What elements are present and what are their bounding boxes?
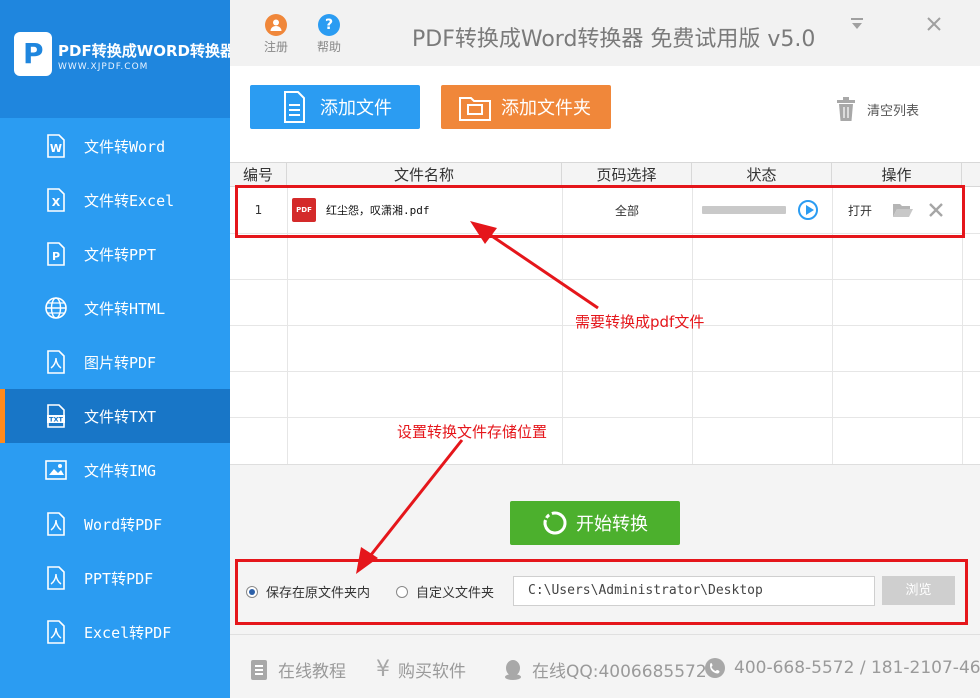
annotation-note-location: 设置转换文件存储位置: [397, 423, 548, 441]
sidebar-item-img2pdf[interactable]: 图片转PDF: [0, 335, 230, 389]
svg-text:P: P: [52, 250, 60, 263]
logo-area: P PDF转换成WORD转换器 WWW.XJPDF.COM: [0, 0, 235, 118]
sidebar-item-label: 文件转IMG: [84, 461, 157, 480]
buy-software-link[interactable]: ¥ 购买软件: [376, 657, 466, 682]
excel-doc-icon: X: [47, 188, 65, 212]
pdf-doc-icon: [47, 512, 65, 536]
sidebar-item-label: 文件转PPT: [84, 245, 157, 264]
user-icon: [265, 14, 287, 36]
pdf-doc-icon: [47, 566, 65, 590]
help-button[interactable]: ? 帮助: [311, 14, 347, 55]
footer: 在线教程 ¥ 购买软件 在线QQ:4006685572 400-668-5572…: [230, 634, 980, 698]
sidebar-item-ppt2pdf[interactable]: PPT转PDF: [0, 551, 230, 605]
table-header: 编号 文件名称 页码选择 状态 操作: [230, 163, 980, 187]
qq-icon: [505, 659, 521, 680]
sidebar-item-label: 图片转PDF: [84, 353, 157, 372]
sidebar: P PDF转换成WORD转换器 WWW.XJPDF.COM W 文件转Word …: [0, 0, 235, 698]
sidebar-item-excel[interactable]: X 文件转Excel: [0, 173, 230, 227]
window-title: PDF转换成Word转换器 免费试用版 v5.0: [412, 27, 816, 52]
column-header-filename: 文件名称: [287, 163, 562, 187]
logo-title: PDF转换成WORD转换器: [58, 42, 235, 60]
globe-icon: [45, 297, 67, 319]
question-icon: ?: [318, 14, 340, 36]
txt-doc-icon: TXT: [47, 404, 65, 428]
ppt-doc-icon: P: [47, 242, 65, 266]
svg-text:X: X: [52, 196, 61, 209]
trash-icon: [837, 97, 855, 121]
phone-label: 400-668-5572 / 181-2107-4602: [734, 658, 980, 678]
pdf-doc-icon: [47, 620, 65, 644]
online-qq-link[interactable]: 在线QQ:4006685572: [502, 657, 707, 682]
document-icon: [251, 659, 267, 680]
add-file-label: 添加文件: [320, 98, 392, 119]
sidebar-item-label: 文件转Word: [84, 137, 166, 156]
sidebar-nav: W 文件转Word X 文件转Excel P 文件转PPT 文件转HTML 图片…: [0, 119, 230, 659]
close-icon: [927, 17, 941, 31]
help-label: 帮助: [316, 40, 341, 54]
annotation-note-pdf: 需要转换成pdf文件: [575, 313, 705, 331]
sidebar-item-ppt[interactable]: P 文件转PPT: [0, 227, 230, 281]
start-convert-button[interactable]: 开始转换: [510, 501, 680, 545]
phone-icon: [705, 658, 725, 678]
start-convert-label: 开始转换: [576, 514, 648, 535]
sidebar-item-label: Excel转PDF: [84, 623, 172, 642]
online-tutorial-link[interactable]: 在线教程: [248, 657, 346, 682]
yen-icon: ¥: [376, 657, 390, 682]
title-bar: 注册 ? 帮助 PDF转换成Word转换器 免费试用版 v5.0: [230, 0, 980, 66]
minimize-icon: [851, 18, 863, 29]
word-doc-icon: W: [47, 134, 65, 158]
online-qq-label: 在线QQ:4006685572: [532, 662, 707, 682]
sidebar-item-excel2pdf[interactable]: Excel转PDF: [0, 605, 230, 659]
column-header-actions: 操作: [832, 163, 962, 187]
refresh-icon: [543, 511, 567, 535]
sidebar-item-txt[interactable]: TXT 文件转TXT: [0, 389, 230, 443]
column-header-index: 编号: [230, 163, 287, 187]
buy-software-label: 购买软件: [398, 662, 466, 682]
pdf-doc-icon: [47, 350, 65, 374]
svg-text:TXT: TXT: [49, 416, 63, 424]
register-button[interactable]: 注册: [258, 14, 294, 55]
sidebar-item-html[interactable]: 文件转HTML: [0, 281, 230, 335]
clear-list-button[interactable]: 清空列表: [835, 97, 919, 121]
sidebar-item-word[interactable]: W 文件转Word: [0, 119, 230, 173]
add-file-icon: [284, 91, 305, 123]
online-tutorial-label: 在线教程: [278, 662, 346, 682]
sidebar-item-word2pdf[interactable]: Word转PDF: [0, 497, 230, 551]
clear-list-label: 清空列表: [867, 103, 920, 119]
sidebar-item-label: PPT转PDF: [84, 569, 154, 588]
annotation-box-output-settings: [235, 559, 968, 625]
sidebar-item-img[interactable]: 文件转IMG: [0, 443, 230, 497]
close-window-button[interactable]: [924, 16, 944, 36]
sidebar-item-label: 文件转TXT: [84, 407, 157, 426]
sidebar-item-label: Word转PDF: [84, 515, 163, 534]
register-label: 注册: [263, 40, 288, 54]
phone-info: 400-668-5572 / 181-2107-4602: [704, 657, 980, 679]
image-doc-icon: [45, 460, 67, 480]
app-logo-icon: P: [14, 32, 52, 76]
add-folder-button[interactable]: 添加文件夹: [441, 85, 611, 129]
annotation-box-file-row: [235, 185, 965, 238]
add-folder-label: 添加文件夹: [501, 98, 591, 119]
sidebar-item-label: 文件转Excel: [84, 191, 175, 210]
toolbar: 添加文件 添加文件夹 清空列表: [230, 66, 980, 162]
column-header-pages: 页码选择: [562, 163, 692, 187]
column-header-status: 状态: [692, 163, 832, 187]
sidebar-item-label: 文件转HTML: [84, 299, 166, 318]
folder-icon: [459, 97, 491, 121]
column-header-spacer: [962, 163, 980, 187]
logo-url: WWW.XJPDF.COM: [58, 62, 149, 72]
minimize-button[interactable]: [847, 16, 867, 36]
add-file-button[interactable]: 添加文件: [250, 85, 420, 129]
svg-text:W: W: [50, 142, 62, 155]
